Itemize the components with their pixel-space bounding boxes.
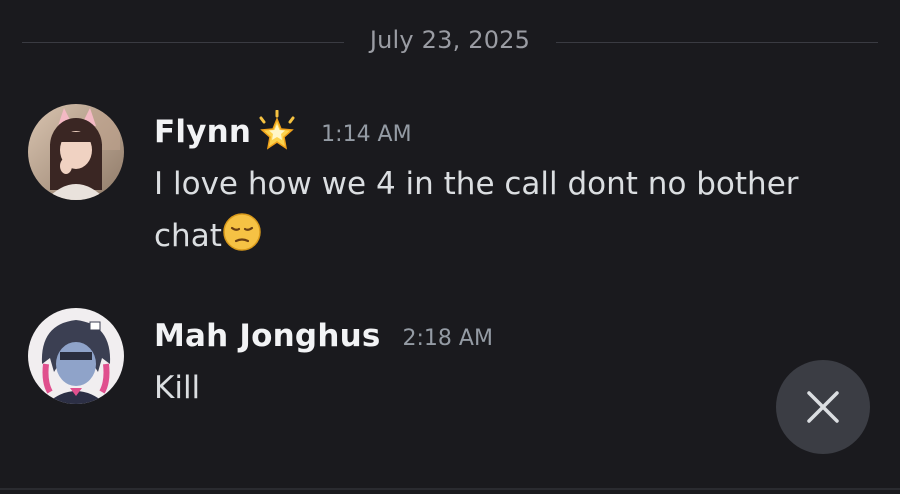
avatar[interactable] bbox=[28, 104, 124, 200]
avatar-anime-character bbox=[28, 308, 124, 404]
message-header: Mah Jonghus 2:18 AM bbox=[154, 312, 834, 360]
date-divider-label: July 23, 2025 bbox=[369, 26, 531, 54]
chat-view: July 23, 2025 Flynn 1:14 AM I love how w… bbox=[0, 0, 900, 494]
message-text: Kill bbox=[154, 370, 201, 406]
username[interactable]: Flynn bbox=[154, 114, 251, 150]
avatar-photo bbox=[28, 104, 124, 200]
message-text: I love how we 4 in the call dont no both… bbox=[154, 158, 834, 262]
composer-divider bbox=[0, 488, 900, 490]
message-body: Flynn 1:14 AM I love how we 4 in the cal… bbox=[154, 108, 834, 262]
glowing-star-icon bbox=[255, 109, 299, 154]
date-divider: July 23, 2025 bbox=[22, 26, 878, 58]
avatar[interactable] bbox=[28, 308, 124, 404]
close-button[interactable] bbox=[776, 360, 870, 454]
timestamp: 1:14 AM bbox=[321, 121, 412, 147]
username[interactable]: Mah Jonghus bbox=[154, 318, 381, 354]
divider-line-right bbox=[556, 42, 878, 43]
close-icon bbox=[803, 387, 843, 427]
message-body: Mah Jonghus 2:18 AM Kill bbox=[154, 312, 834, 414]
timestamp: 2:18 AM bbox=[402, 325, 493, 351]
message-header: Flynn 1:14 AM bbox=[154, 108, 834, 156]
pensive-face-icon bbox=[222, 212, 262, 252]
